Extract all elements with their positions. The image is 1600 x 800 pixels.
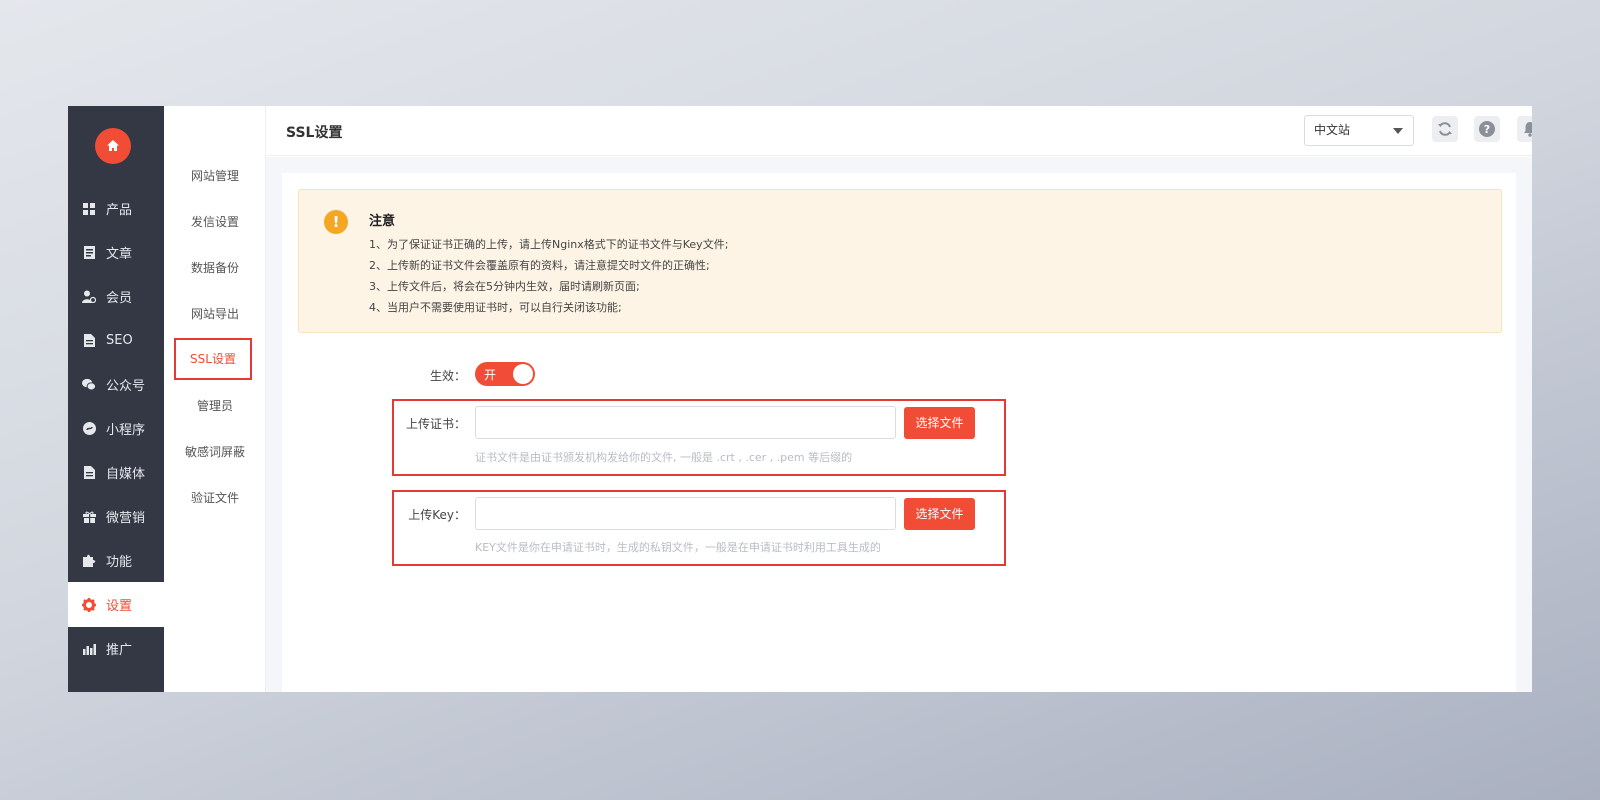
sidebar-item-features[interactable]: 功能 (68, 538, 164, 583)
sidebar-item-members[interactable]: 会员 (68, 274, 164, 319)
wechat-icon (82, 378, 96, 392)
chevron-down-icon (1393, 128, 1403, 134)
notice-line: 2、上传新的证书文件会覆盖原有的资料，请注意提交时文件的正确性; (369, 259, 710, 272)
cert-choose-file-button[interactable]: 选择文件 (904, 407, 975, 439)
sidebar-item-miniprogram[interactable]: 小程序 (68, 406, 164, 451)
notice-box: ! 注意 1、为了保证证书正确的上传，请上传Nginx格式下的证书文件与Key文… (298, 189, 1502, 333)
chart-icon (82, 642, 96, 656)
gear-icon (82, 597, 96, 612)
refresh-button[interactable] (1432, 116, 1458, 142)
sidebar-item-promotion[interactable]: 推广 (68, 626, 164, 671)
help-icon: ? (1479, 121, 1495, 137)
main-sidebar: 产品 文章 会员 SEO 公众号 小程序 自媒体 微营销 功能 设置 推广 (68, 106, 164, 692)
subnav-item-site-export[interactable]: 网站导出 (164, 304, 266, 324)
article-icon (82, 246, 96, 260)
sidebar-item-wechat[interactable]: 公众号 (68, 362, 164, 407)
notification-button[interactable] (1517, 116, 1532, 142)
puzzle-icon (82, 554, 96, 568)
site-language-select[interactable]: 中文站 (1304, 115, 1414, 146)
sidebar-item-label: SEO (106, 333, 133, 348)
warning-icon: ! (324, 210, 348, 234)
toggle-state-label: 开 (484, 368, 497, 382)
bell-icon (1524, 122, 1532, 137)
page-title: SSL设置 (286, 125, 343, 141)
top-header: SSL设置 中文站 ? (266, 106, 1532, 156)
notice-line: 1、为了保证证书正确的上传，请上传Nginx格式下的证书文件与Key文件; (369, 238, 729, 251)
subnav-item-sensitive-words[interactable]: 敏感词屏蔽 (164, 442, 266, 462)
sidebar-item-media[interactable]: 自媒体 (68, 450, 164, 495)
sidebar-item-label: 公众号 (106, 379, 146, 394)
enable-label: 生效： (429, 369, 466, 383)
key-upload-label: 上传Key： (408, 508, 466, 522)
sidebar-item-label: 功能 (106, 555, 133, 570)
cert-file-input[interactable] (475, 406, 896, 439)
sidebar-item-label: 产品 (106, 203, 133, 218)
toggle-knob (513, 364, 533, 384)
cert-hint: 证书文件是由证书颁发机构发给你的文件, 一般是 .crt , .cer , .p… (475, 451, 853, 464)
subnav-item-administrators[interactable]: 管理员 (164, 396, 266, 416)
svg-text:?: ? (1484, 123, 1490, 136)
member-icon (82, 290, 96, 304)
sidebar-item-marketing[interactable]: 微营销 (68, 494, 164, 539)
media-document-icon (82, 466, 96, 480)
sidebar-item-label: 文章 (106, 247, 133, 262)
enable-toggle[interactable]: 开 (475, 362, 535, 386)
sidebar-item-label: 小程序 (106, 423, 146, 438)
notice-title: 注意 (369, 214, 396, 229)
sidebar-item-label: 会员 (106, 291, 133, 306)
sidebar-item-label: 推广 (106, 643, 133, 658)
notice-line: 4、当用户不需要使用证书时，可以自行关闭该功能; (369, 301, 622, 314)
grid-icon (82, 202, 96, 216)
refresh-icon (1438, 122, 1452, 136)
site-select-value: 中文站 (1314, 123, 1351, 137)
key-file-input[interactable] (475, 497, 896, 530)
sidebar-item-label: 微营销 (106, 511, 146, 526)
sidebar-item-label: 设置 (106, 599, 133, 614)
key-hint: KEY文件是你在申请证书时，生成的私钥文件，一般是在申请证书时利用工具生成的 (475, 541, 881, 554)
gift-icon (82, 510, 96, 524)
subnav-item-verification-file[interactable]: 验证文件 (164, 488, 266, 508)
subnav-item-mail-settings[interactable]: 发信设置 (164, 212, 266, 232)
sidebar-item-articles[interactable]: 文章 (68, 230, 164, 275)
miniprogram-icon (82, 422, 96, 436)
seo-document-icon (82, 334, 96, 348)
subnav-item-ssl-settings[interactable]: SSL设置 (174, 338, 252, 380)
key-choose-file-button[interactable]: 选择文件 (904, 498, 975, 530)
subnav-item-data-backup[interactable]: 数据备份 (164, 258, 266, 278)
home-icon (107, 140, 119, 151)
ssl-settings-panel: ! 注意 1、为了保证证书正确的上传，请上传Nginx格式下的证书文件与Key文… (282, 173, 1516, 692)
sidebar-item-seo[interactable]: SEO (68, 318, 164, 363)
sidebar-item-settings[interactable]: 设置 (68, 582, 164, 627)
app-window: 产品 文章 会员 SEO 公众号 小程序 自媒体 微营销 功能 设置 推广 网站… (68, 106, 1532, 692)
notice-line: 3、上传文件后，将会在5分钟内生效，届时请刷新页面; (369, 280, 640, 293)
sidebar-item-label: 自媒体 (106, 467, 146, 482)
main-content: ! 注意 1、为了保证证书正确的上传，请上传Nginx格式下的证书文件与Key文… (266, 157, 1532, 692)
settings-subnav: 网站管理 发信设置 数据备份 网站导出 SSL设置 管理员 敏感词屏蔽 验证文件 (164, 106, 266, 692)
help-button[interactable]: ? (1474, 116, 1500, 142)
home-logo[interactable] (95, 128, 131, 164)
subnav-item-site-management[interactable]: 网站管理 (164, 166, 266, 186)
sidebar-item-products[interactable]: 产品 (68, 186, 164, 231)
cert-upload-label: 上传证书： (405, 417, 466, 431)
